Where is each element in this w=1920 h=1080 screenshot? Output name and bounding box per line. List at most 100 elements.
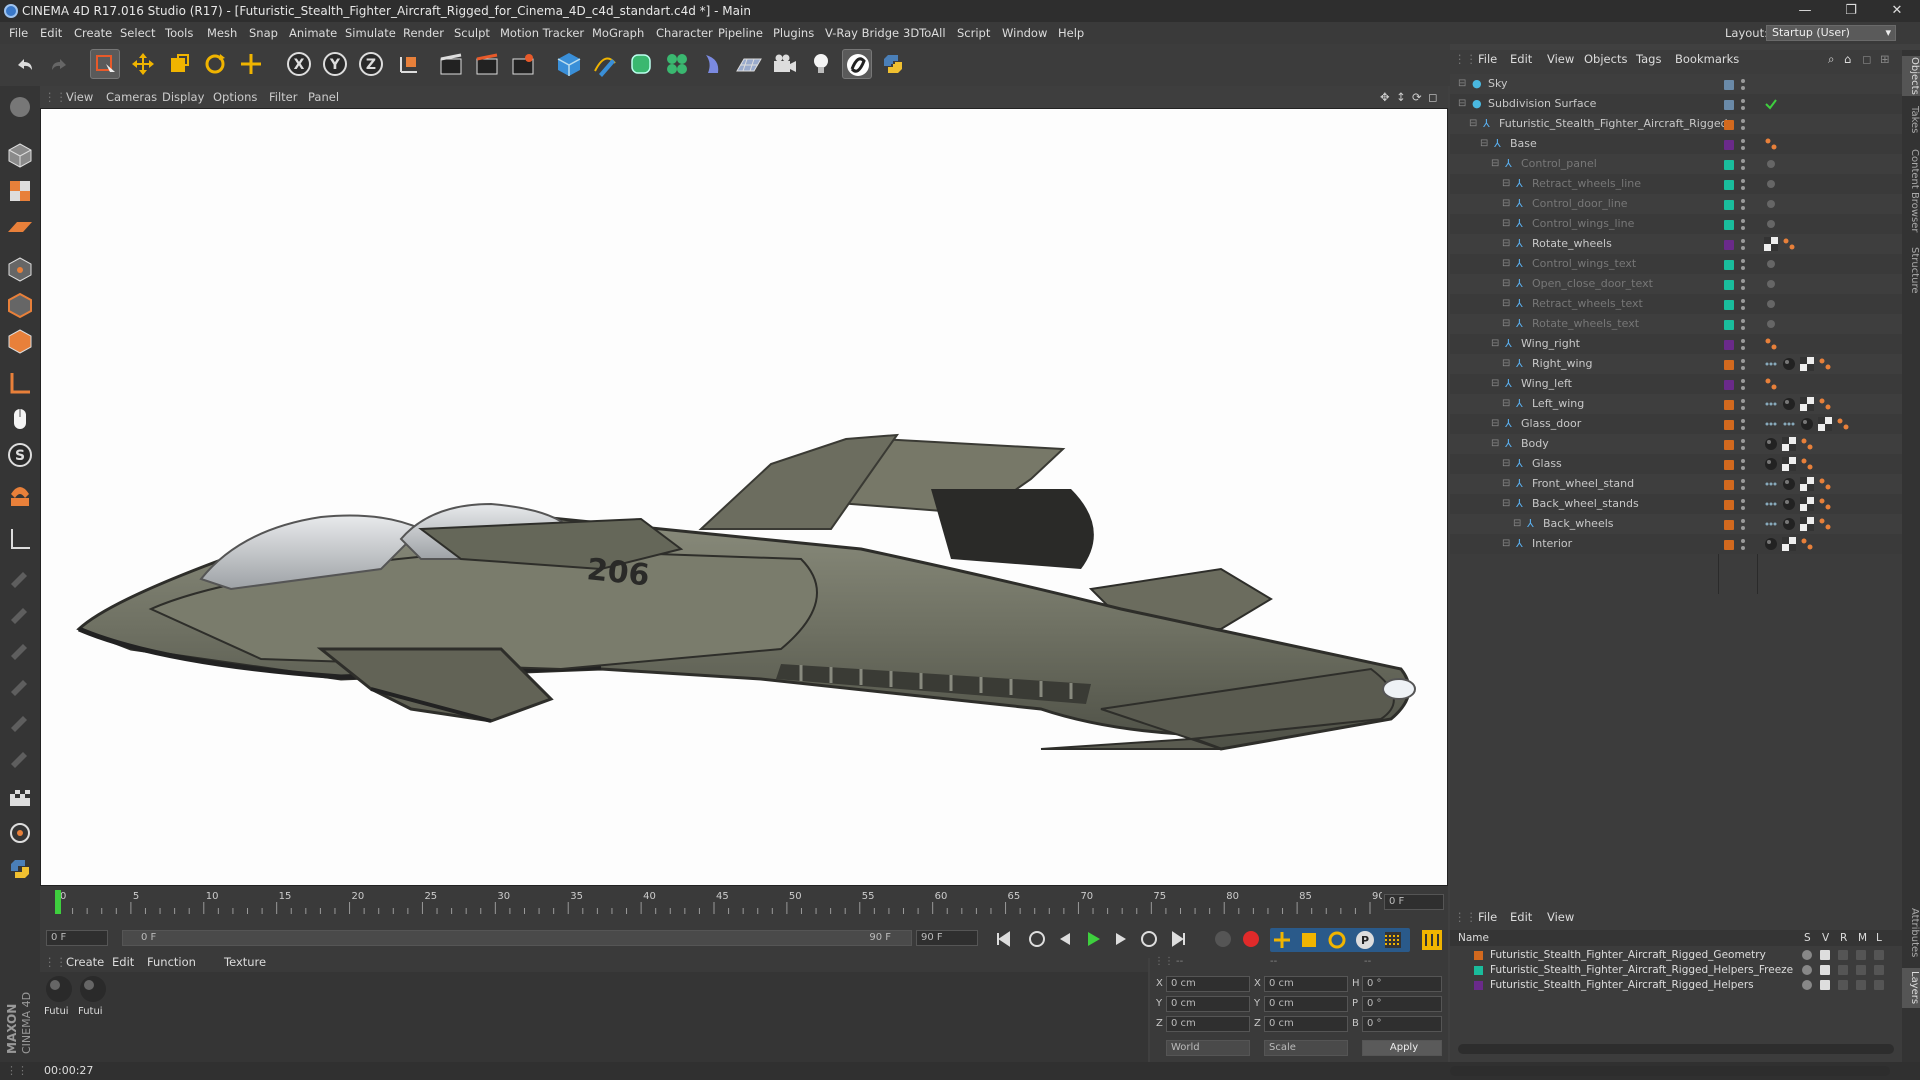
visibility-dots-icon[interactable] xyxy=(1740,217,1746,231)
layer-color-swatch[interactable] xyxy=(1724,420,1734,430)
disabled-tag-icon[interactable] xyxy=(1764,157,1778,171)
layer-color-swatch[interactable] xyxy=(1724,320,1734,330)
rotate-tool-button[interactable] xyxy=(200,49,230,79)
material-tag-icon[interactable] xyxy=(1800,417,1814,431)
layer-color-swatch[interactable] xyxy=(1724,180,1734,190)
apply-button[interactable]: Apply xyxy=(1362,1040,1442,1056)
texture-tag-icon[interactable] xyxy=(1818,417,1832,431)
disabled-tag-icon[interactable] xyxy=(1764,257,1778,271)
cube-object-button[interactable] xyxy=(554,49,584,79)
close-button[interactable]: ✕ xyxy=(1874,0,1920,22)
expand-toggle-icon[interactable]: ⊟ xyxy=(1502,474,1510,494)
expand-toggle-icon[interactable]: ⊟ xyxy=(1502,174,1510,194)
visibility-dots-icon[interactable] xyxy=(1740,537,1746,551)
sculpt-tool-1-button[interactable] xyxy=(5,560,35,590)
layer-color-swatch[interactable] xyxy=(1724,260,1734,270)
make-editable-button[interactable] xyxy=(5,92,35,122)
view-flag-icon[interactable] xyxy=(1820,980,1830,990)
object-row[interactable]: ⊟ ⅄ Glass_door xyxy=(1450,414,1902,434)
xpresso-tag-icon[interactable] xyxy=(1800,537,1814,551)
undo-button[interactable] xyxy=(10,49,40,79)
disabled-tag-icon[interactable] xyxy=(1764,197,1778,211)
z-axis-lock-button[interactable]: Z xyxy=(356,49,386,79)
layer-color-swatch[interactable] xyxy=(1724,240,1734,250)
expand-toggle-icon[interactable]: ⊟ xyxy=(1502,214,1510,234)
layer-color-swatch[interactable] xyxy=(1724,440,1734,450)
coord-mode-select[interactable]: World xyxy=(1166,1040,1250,1056)
expand-toggle-icon[interactable]: ⊟ xyxy=(1502,394,1510,414)
expand-toggle-icon[interactable]: ⊟ xyxy=(1458,94,1466,114)
expand-toggle-icon[interactable]: ⊟ xyxy=(1491,154,1499,174)
rotation-p-field[interactable]: 0 ° xyxy=(1362,996,1442,1012)
texture-tag-icon[interactable] xyxy=(1800,397,1814,411)
layer-scrollbar[interactable] xyxy=(1458,1044,1894,1054)
render-picture-viewer-button[interactable] xyxy=(472,49,502,79)
disabled-tag-icon[interactable] xyxy=(1764,277,1778,291)
texture-tag-icon[interactable] xyxy=(1800,357,1814,371)
visibility-dots-icon[interactable] xyxy=(1740,397,1746,411)
material-tag-icon[interactable] xyxy=(1782,497,1796,511)
menu-create[interactable]: Create xyxy=(74,22,112,44)
tab-content-browser[interactable]: Content Browser xyxy=(1902,144,1920,238)
expand-toggle-icon[interactable]: ⊟ xyxy=(1502,494,1510,514)
sculpt-tool-3-button[interactable] xyxy=(5,632,35,662)
visibility-dots-icon[interactable] xyxy=(1740,117,1746,131)
selection-tag-icon[interactable] xyxy=(1764,477,1778,491)
layer-color-swatch[interactable] xyxy=(1724,340,1734,350)
objects-menu-tags[interactable]: Tags xyxy=(1636,50,1661,68)
visibility-dots-icon[interactable] xyxy=(1740,297,1746,311)
next-frame-icon[interactable] xyxy=(1116,933,1126,945)
sculpt-tool-6-button[interactable] xyxy=(5,740,35,770)
material-tag-icon[interactable] xyxy=(1764,537,1778,551)
viewport-menu-cameras[interactable]: Cameras xyxy=(106,86,157,108)
material-tag-icon[interactable] xyxy=(1782,477,1796,491)
disabled-tag-icon[interactable] xyxy=(1764,297,1778,311)
visibility-dots-icon[interactable] xyxy=(1740,97,1746,111)
key-pla-icon[interactable] xyxy=(1385,932,1401,948)
object-row[interactable]: ⊟ ⅄ Control_wings_text xyxy=(1450,254,1902,274)
visibility-dots-icon[interactable] xyxy=(1740,457,1746,471)
goto-start-icon[interactable] xyxy=(992,928,1014,950)
layer-color-swatch[interactable] xyxy=(1724,280,1734,290)
python-button[interactable] xyxy=(878,49,908,79)
sculpt-tool-2-button[interactable] xyxy=(5,596,35,626)
selection-tag-icon[interactable] xyxy=(1764,417,1778,431)
material-menu-function[interactable]: Function xyxy=(147,952,196,972)
expand-toggle-icon[interactable]: ⊟ xyxy=(1502,294,1510,314)
expand-toggle-icon[interactable]: ⊟ xyxy=(1491,414,1499,434)
viewport-move-icon[interactable]: ✥ xyxy=(1380,86,1390,108)
visibility-dots-icon[interactable] xyxy=(1740,337,1746,351)
object-row[interactable]: ⊟ ⅄ Control_panel xyxy=(1450,154,1902,174)
material-menu-create[interactable]: Create xyxy=(66,952,104,972)
python-script-button[interactable] xyxy=(5,854,35,884)
rotation-h-field[interactable]: 0 ° xyxy=(1362,976,1442,992)
menu-plugins[interactable]: Plugins xyxy=(773,22,814,44)
bevel-button[interactable] xyxy=(5,818,35,848)
visibility-dots-icon[interactable] xyxy=(1740,477,1746,491)
end-frame-field[interactable]: 90 F xyxy=(916,930,978,946)
visibility-dots-icon[interactable] xyxy=(1740,277,1746,291)
expand-toggle-icon[interactable]: ⊟ xyxy=(1502,194,1510,214)
visibility-dots-icon[interactable] xyxy=(1740,197,1746,211)
xpresso-tag-icon[interactable] xyxy=(1764,137,1778,151)
lock-flag-icon[interactable] xyxy=(1874,980,1884,990)
menu-window[interactable]: Window xyxy=(1002,22,1047,44)
next-key-icon[interactable] xyxy=(1141,931,1157,947)
sculpt-tool-5-button[interactable] xyxy=(5,704,35,734)
layer-color-swatch[interactable] xyxy=(1724,80,1734,90)
layer-color-swatch[interactable] xyxy=(1724,360,1734,370)
render-flag-icon[interactable] xyxy=(1838,980,1848,990)
play-icon[interactable] xyxy=(1088,932,1100,946)
transform-tool-button[interactable] xyxy=(236,49,266,79)
visibility-dots-icon[interactable] xyxy=(1740,317,1746,331)
x-axis-lock-button[interactable]: X xyxy=(284,49,314,79)
menu-edit[interactable]: Edit xyxy=(40,22,62,44)
expand-toggle-icon[interactable]: ⊟ xyxy=(1491,434,1499,454)
key-scale-icon[interactable] xyxy=(1302,933,1316,947)
xpresso-tag-icon[interactable] xyxy=(1764,337,1778,351)
prev-key-icon[interactable] xyxy=(1029,931,1045,947)
view-flag-icon[interactable] xyxy=(1820,950,1830,960)
prev-frame-icon[interactable] xyxy=(1060,933,1070,945)
tab-objects[interactable]: Objects xyxy=(1902,56,1920,96)
subdivision-surface-button[interactable] xyxy=(626,49,656,79)
